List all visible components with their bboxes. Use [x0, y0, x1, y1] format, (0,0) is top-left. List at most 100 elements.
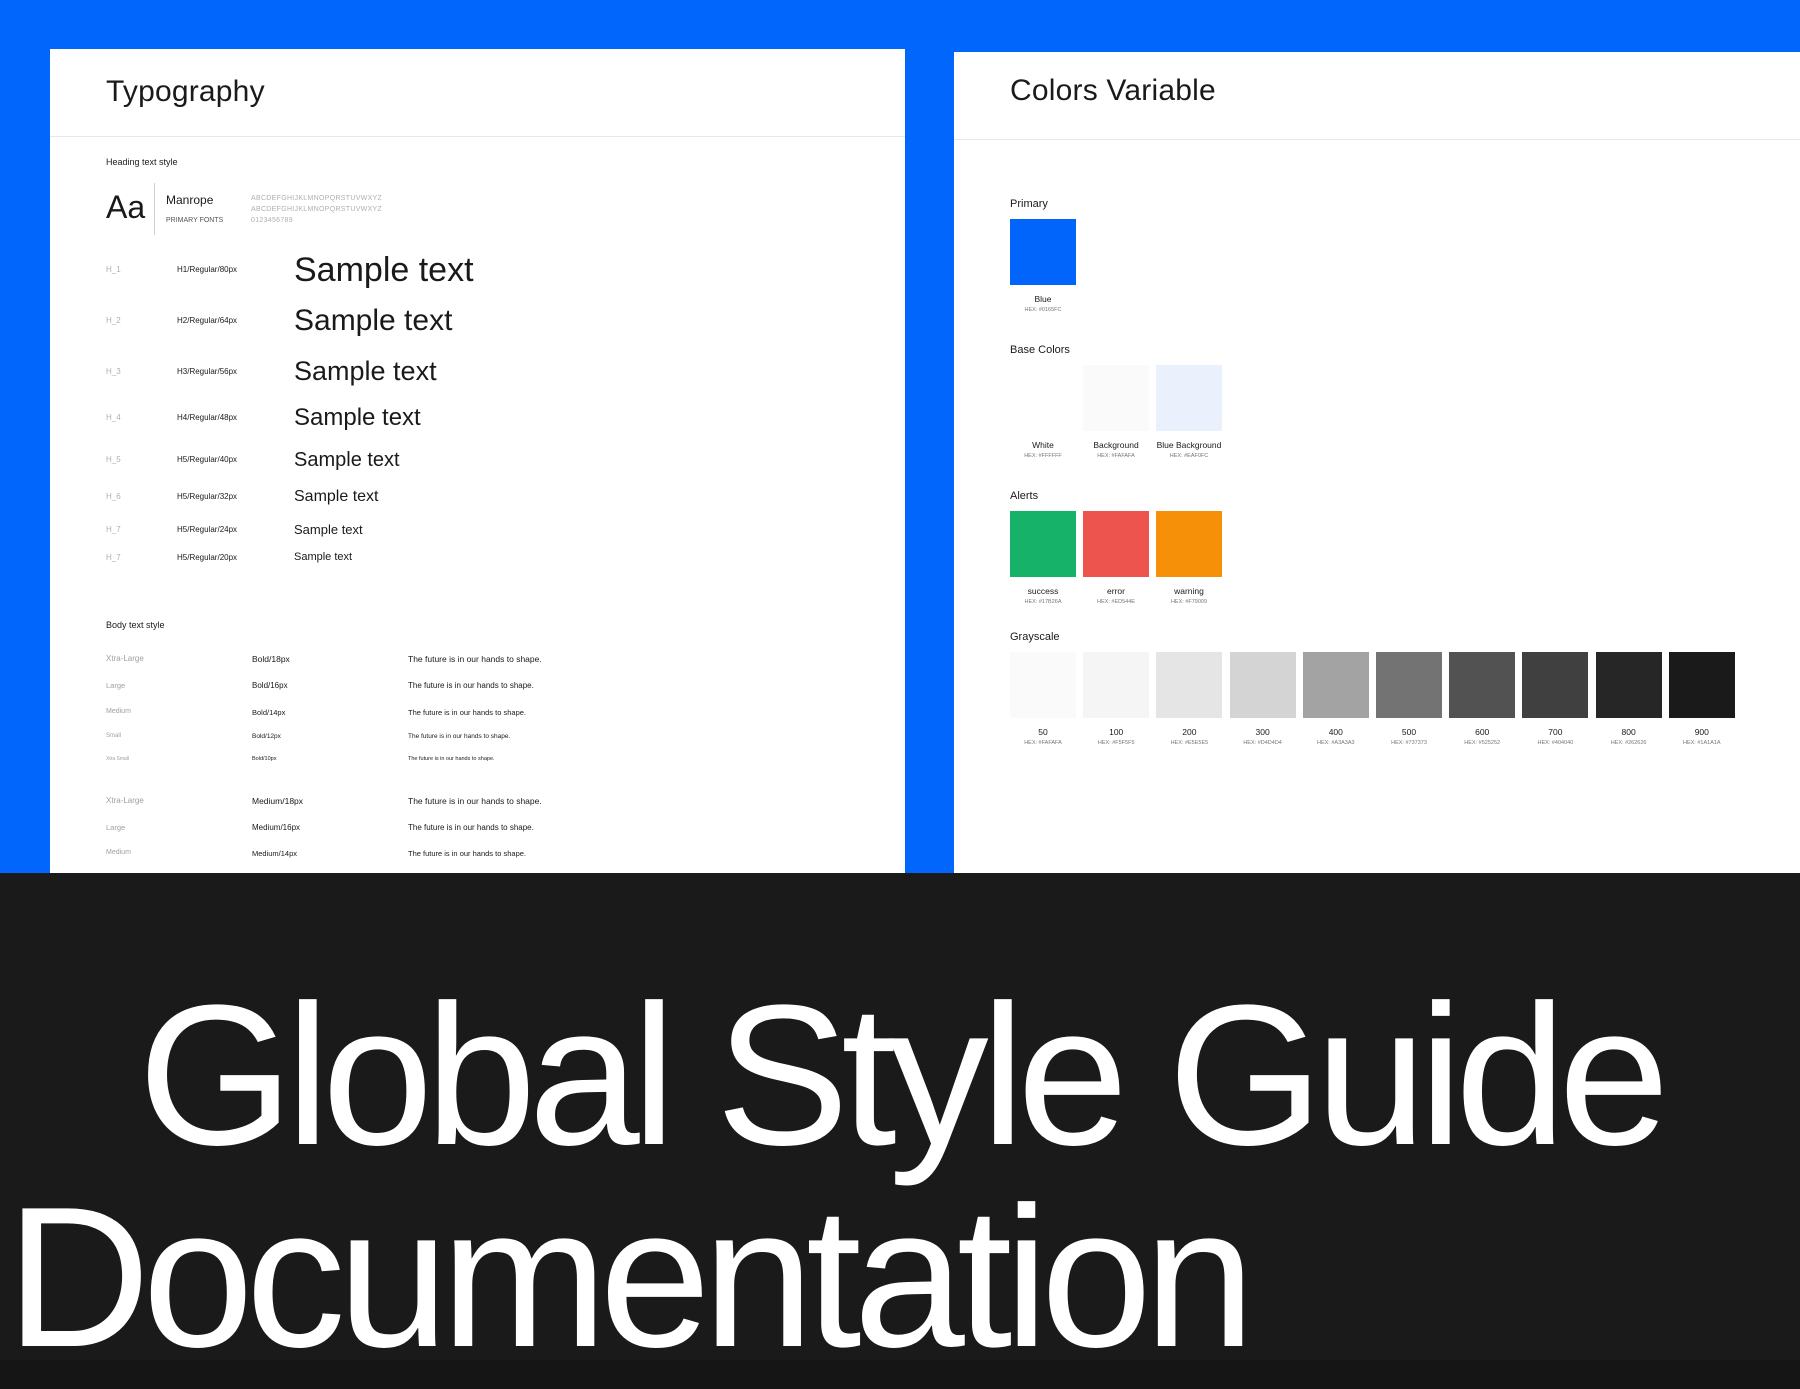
- swatch-name: 400: [1328, 727, 1343, 737]
- primary-label: Primary: [1010, 198, 1048, 210]
- body-weight: Bold/12px: [252, 733, 281, 740]
- swatch-name: 100: [1109, 727, 1124, 737]
- heading-section-label: Heading text style: [106, 157, 178, 167]
- heading-sample: Sample text: [294, 449, 400, 471]
- hero-title-line2: Documentation: [6, 1166, 1255, 1389]
- heading-spec: H5/Regular/24px: [177, 524, 238, 534]
- color-swatch-grayscale: 400 HEX: #A3A3A3: [1302, 652, 1369, 746]
- swatch-name: Blue: [1034, 294, 1052, 304]
- heading-spec: H3/Regular/56px: [177, 366, 238, 376]
- heading-spec: H5/Regular/40px: [177, 455, 238, 464]
- font-specimen: Aa: [106, 189, 146, 225]
- swatch-chip: [1229, 652, 1296, 718]
- colors-title: Colors Variable: [1010, 74, 1216, 107]
- swatch-hex: HEX: #A3A3A3: [1316, 740, 1355, 746]
- body-weight: Bold/18px: [252, 654, 290, 664]
- swatch-name: Blue Background: [1156, 440, 1222, 450]
- body-size-label: Medium: [106, 708, 131, 715]
- color-swatch-alerts: error HEX: #ED544E: [1083, 511, 1149, 605]
- body-sample: The future is in our hands to shape.: [408, 654, 542, 664]
- color-swatch-base: White HEX: #FFFFFF: [1010, 365, 1076, 459]
- typography-panel: Typography Heading text style Aa Manrope…: [50, 49, 905, 873]
- swatch-name: 50: [1038, 727, 1048, 737]
- color-swatch-alerts: success HEX: #17B26A: [1010, 511, 1076, 605]
- swatch-chip: [1010, 511, 1076, 577]
- swatch-name: error: [1107, 586, 1125, 596]
- swatch-name: 600: [1475, 727, 1490, 737]
- font-name: Manrope: [166, 193, 214, 207]
- body-size-label: Xtra Small: [106, 756, 130, 762]
- swatch-hex: HEX: #E5E5E5: [1170, 740, 1209, 746]
- body-size-label: Medium: [106, 849, 131, 856]
- color-swatch-grayscale: 500 HEX: #737373: [1376, 652, 1442, 746]
- swatch-hex: HEX: #737373: [1391, 740, 1427, 746]
- swatch-hex: HEX: #404040: [1537, 740, 1574, 746]
- swatch-hex: HEX: #EAF0FC: [1169, 453, 1209, 459]
- swatch-hex: HEX: #262626: [1610, 740, 1647, 746]
- color-swatch-base: Background HEX: #FAFAFA: [1083, 365, 1149, 459]
- swatch-hex: HEX: #0165FC: [1024, 307, 1062, 313]
- alphabet-upper: ABCDEFGHIJKLMNOPQRSTUVWXYZ: [251, 195, 383, 202]
- alerts-label: Alerts: [1010, 490, 1039, 502]
- heading-tag: H_6: [106, 492, 121, 501]
- color-swatch-primary: Blue HEX: #0165FC: [1010, 219, 1076, 313]
- color-swatch-grayscale: 900 HEX: #1A1A1A: [1668, 652, 1735, 746]
- heading-tag: H_2: [106, 316, 121, 325]
- color-swatch-alerts: warning HEX: #F79009: [1156, 511, 1222, 605]
- heading-spec: H2/Regular/64px: [177, 316, 238, 325]
- body-weight: Bold/14px: [252, 708, 286, 717]
- color-swatch-grayscale: 600 HEX: #525252: [1449, 652, 1516, 746]
- swatch-chip: [1156, 365, 1222, 431]
- swatch-hex: HEX: #ED544E: [1097, 599, 1135, 605]
- body-sample: The future is in our hands to shape.: [408, 708, 526, 717]
- swatch-hex: HEX: #F79009: [1170, 599, 1208, 605]
- swatch-chip: [1376, 652, 1442, 718]
- body-sample: The future is in our hands to shape.: [408, 823, 534, 832]
- body-weight: Medium/18px: [252, 796, 304, 806]
- swatch-hex: HEX: #FAFAFA: [1097, 453, 1135, 459]
- swatch-name: White: [1032, 440, 1054, 450]
- digits: 0123456789: [251, 217, 293, 224]
- body-size-label: Large: [106, 823, 126, 832]
- hero-title-line1: Global Style Guide: [138, 964, 1670, 1187]
- heading-spec: H1/Regular/80px: [177, 265, 238, 274]
- swatch-chip: [1595, 652, 1662, 718]
- heading-sample: Sample text: [294, 488, 379, 505]
- specimen-divider: [154, 183, 155, 235]
- color-swatch-grayscale: 100 HEX: #F5F5F5: [1083, 652, 1150, 746]
- heading-sample: Sample text: [294, 522, 363, 537]
- heading-sample: Sample text: [294, 251, 474, 289]
- swatch-hex: HEX: #FFFFFF: [1024, 453, 1062, 459]
- body-weight: Bold/16px: [252, 681, 288, 690]
- body-weight: Medium/16px: [252, 823, 301, 832]
- color-swatch-grayscale: 300 HEX: #D4D4D4: [1229, 652, 1296, 746]
- body-size-label: Large: [106, 681, 126, 690]
- swatch-name: 500: [1401, 727, 1417, 737]
- heading-tag: H_7: [106, 524, 121, 534]
- swatch-name: 700: [1548, 727, 1563, 737]
- swatch-hex: HEX: #D4D4D4: [1243, 740, 1282, 746]
- swatch-chip: [1302, 652, 1369, 718]
- swatch-chip: [1083, 652, 1150, 718]
- swatch-hex: HEX: #FAFAFA: [1024, 740, 1062, 746]
- color-swatch-grayscale: 700 HEX: #404040: [1522, 652, 1589, 746]
- heading-tag: H_1: [106, 265, 121, 274]
- body-sample: The future is in our hands to shape.: [408, 681, 534, 690]
- heading-tag: H_7: [106, 552, 121, 562]
- body-sample: The future is in our hands to shape.: [408, 849, 526, 858]
- heading-tag: H_4: [106, 413, 121, 422]
- heading-sample: Sample text: [294, 551, 353, 563]
- body-weight: Bold/10px: [252, 756, 277, 762]
- body-size-label: Small: [106, 733, 122, 739]
- swatch-chip: [1010, 219, 1076, 285]
- swatch-chip: [1010, 652, 1076, 718]
- swatch-name: 300: [1255, 727, 1270, 737]
- body-weight: Medium/14px: [252, 849, 298, 858]
- color-swatch-grayscale: 200 HEX: #E5E5E5: [1156, 652, 1223, 746]
- swatch-name: success: [1027, 586, 1059, 596]
- swatch-name: 900: [1694, 727, 1709, 737]
- heading-tag: H_5: [106, 455, 121, 464]
- heading-sample: Sample text: [294, 404, 421, 431]
- swatch-chip: [1010, 365, 1076, 431]
- color-swatch-base: Blue Background HEX: #EAF0FC: [1156, 365, 1222, 459]
